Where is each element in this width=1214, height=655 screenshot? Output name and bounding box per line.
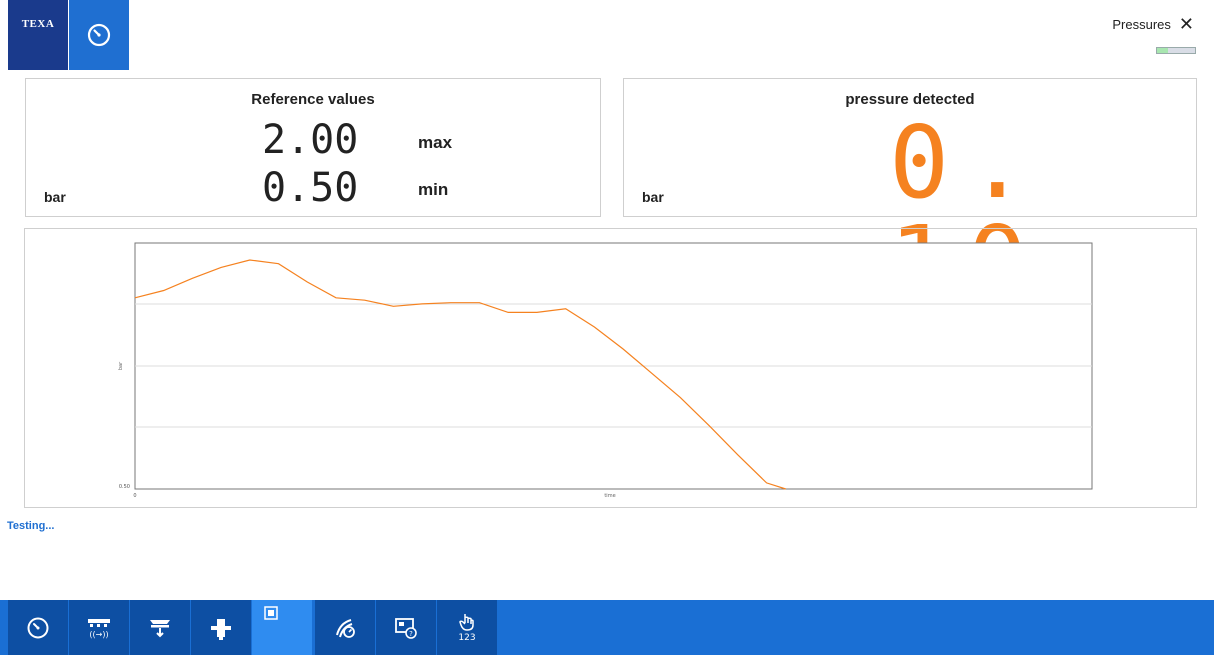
- reference-min-value: 0.50: [262, 165, 359, 211]
- toolbar-button-info-screen[interactable]: ?: [376, 600, 436, 655]
- toolbar-button-engine-speed[interactable]: [315, 600, 375, 655]
- stop-icon: [264, 606, 278, 620]
- x-axis-label: time: [604, 493, 615, 499]
- toolbar-button-manual-input[interactable]: 123: [437, 600, 497, 655]
- rail-flow-icon: [150, 619, 170, 637]
- manual-input-caption: 123: [458, 633, 476, 643]
- y-tick-label: 0.50: [119, 484, 130, 490]
- pressure-detected-panel: pressure detected 0. 10 bar: [623, 78, 1197, 313]
- toolbar-button-gauge[interactable]: [8, 600, 68, 655]
- x-tick-label: 0: [133, 493, 136, 499]
- pressure-chart-panel: bar 0.50 0 time: [24, 228, 1197, 508]
- engine-speed-icon: [336, 618, 355, 638]
- bottom-toolbar: ((→)) ? 123: [0, 600, 1214, 655]
- logo-text: TEXA: [21, 18, 55, 30]
- progress-bar: [1156, 47, 1196, 54]
- texa-logo: TEXA: [8, 0, 68, 70]
- window-title-area: Pressures ✕: [1112, 15, 1194, 33]
- reference-min-label: min: [418, 180, 449, 199]
- reference-values-title: Reference values: [251, 91, 375, 108]
- toolbar-button-rail-flow[interactable]: [130, 600, 190, 655]
- toolbar-button-fuel-system[interactable]: ((→)): [69, 600, 129, 655]
- y-axis-label: bar: [118, 361, 124, 370]
- toolbar-button-injector[interactable]: [191, 600, 251, 655]
- close-icon[interactable]: ✕: [1179, 15, 1194, 33]
- reference-unit: bar: [44, 189, 66, 205]
- fuel-system-icon: ((→)): [88, 618, 110, 639]
- status-text: Testing...: [7, 520, 55, 532]
- svg-text:?: ?: [409, 630, 413, 638]
- gauge-icon: [27, 617, 49, 638]
- gauge-icon: [87, 23, 111, 47]
- reference-max-value: 2.00: [262, 117, 359, 163]
- window-title: Pressures: [1112, 16, 1171, 32]
- reference-values-panel: Reference values 2.00 max 0.50 min bar: [25, 78, 601, 217]
- toolbar-button-stop[interactable]: [252, 600, 312, 655]
- mode-tile: [69, 0, 129, 70]
- reference-max-label: max: [418, 133, 453, 152]
- info-screen-icon: ?: [395, 617, 417, 639]
- injector-icon: [211, 618, 231, 640]
- svg-text:((→)): ((→)): [89, 630, 108, 639]
- pressure-detected-unit: bar: [642, 189, 664, 205]
- hand-pointer-icon: [459, 614, 474, 631]
- progress-fill: [1157, 48, 1169, 53]
- pressure-chart: bar 0.50 0 time: [118, 242, 1093, 499]
